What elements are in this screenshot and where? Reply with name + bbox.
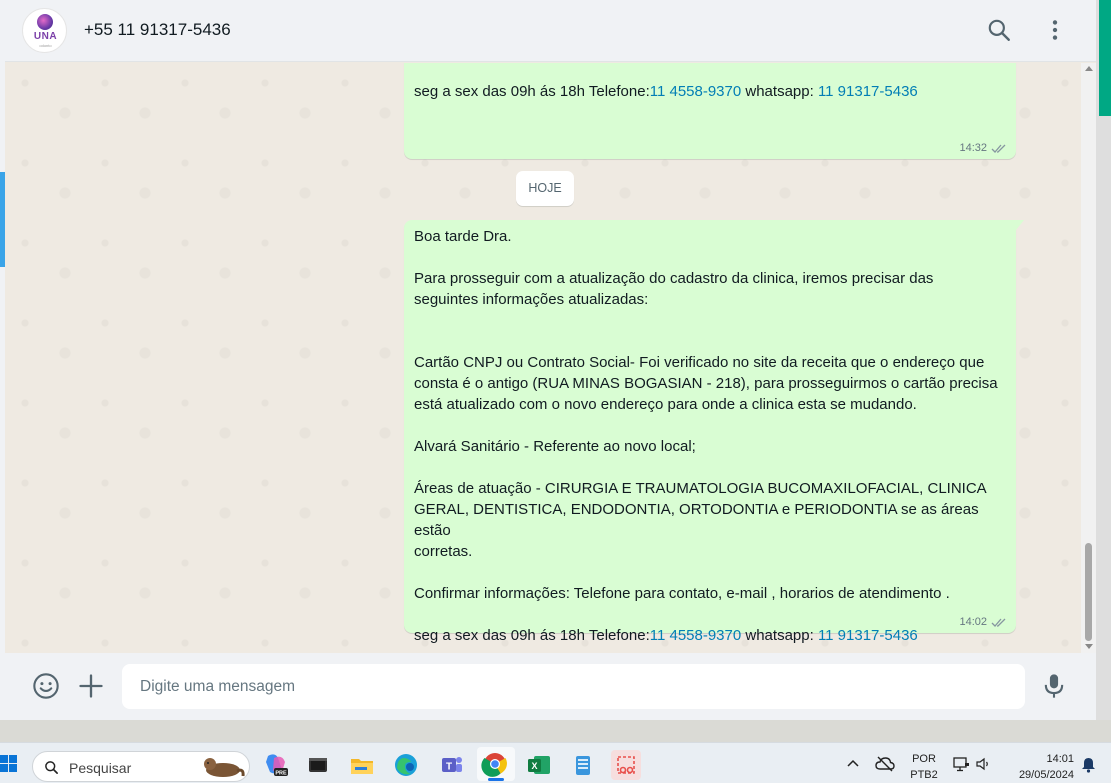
scroll-down-arrow-icon[interactable] <box>1085 644 1093 649</box>
taskbar-search[interactable]: Pesquisar <box>32 751 250 782</box>
attach-plus-icon[interactable] <box>77 672 105 700</box>
message-list[interactable]: Confirmar informações: Telefone para con… <box>5 63 1081 653</box>
svg-text:T: T <box>446 762 452 773</box>
whatsapp-window: UNA odonto +55 11 91317-5436 Confirmar i… <box>0 0 1096 720</box>
message-text: Confirmar informações: Telefone para con… <box>414 63 1007 102</box>
message-line: está atualizado com o novo endereço para… <box>414 396 917 413</box>
scroll-thumb[interactable] <box>1085 543 1092 641</box>
copilot-icon[interactable]: PRE <box>260 750 290 780</box>
message-text-segment: seg a sex das 09h ás 18h Telefone: <box>414 627 650 644</box>
composer-bar <box>5 653 1096 720</box>
contact-avatar[interactable]: UNA odonto <box>22 8 67 53</box>
message-line: corretas. <box>414 543 473 560</box>
message-line <box>414 457 1007 478</box>
double-check-icon <box>991 144 1006 153</box>
right-edge-accent <box>1099 0 1111 116</box>
message-meta: 14:02 <box>959 616 1007 628</box>
search-icon[interactable] <box>986 17 1012 43</box>
edge-browser-icon[interactable] <box>391 750 421 780</box>
message-line: GERAL, DENTISTICA, ENDODONTIA, ORTODONTI… <box>414 501 983 539</box>
menu-icon[interactable] <box>1042 17 1068 43</box>
message-line <box>414 63 1007 81</box>
right-window-edge <box>1096 0 1111 720</box>
scroll-up-arrow-icon[interactable] <box>1085 66 1093 71</box>
contact-name[interactable]: +55 11 91317-5436 <box>84 20 231 40</box>
message-time: 14:02 <box>959 616 987 628</box>
phone-link[interactable]: 11 4558-9370 <box>650 627 741 644</box>
message-line: Áreas de atuação - CIRURGIA E TRAUMATOLO… <box>414 480 987 497</box>
chrome-active-slot[interactable] <box>477 747 515 781</box>
emoji-icon[interactable] <box>32 672 60 700</box>
microphone-icon[interactable] <box>1040 672 1068 700</box>
language-code: POR <box>912 753 936 765</box>
bubble-tail <box>1016 220 1024 230</box>
message-line <box>414 604 1007 625</box>
date-divider: HOJE <box>516 171 574 206</box>
chevron-up-icon[interactable] <box>846 758 860 768</box>
message-text-segment: whatsapp: <box>741 83 818 100</box>
teams-icon[interactable]: T <box>436 750 466 780</box>
message-line <box>414 415 1007 436</box>
left-window-edge <box>0 0 5 720</box>
message-line: seg a sex das 09h ás 18h Telefone:11 455… <box>414 81 1007 102</box>
message-line: Confirmar informações: Telefone para con… <box>414 585 950 602</box>
phone-link[interactable]: 11 4558-9370 <box>650 83 741 100</box>
clock[interactable]: 14:01 29/05/2024 <box>1005 753 1077 781</box>
file-explorer-icon[interactable] <box>347 750 377 780</box>
clock-date: 29/05/2024 <box>1018 769 1074 781</box>
search-placeholder: Pesquisar <box>69 760 132 776</box>
double-check-icon <box>991 618 1006 627</box>
message-line <box>414 562 1007 583</box>
chrome-icon <box>481 753 507 777</box>
message-line: Para prosseguir com a atualização do cad… <box>414 270 934 287</box>
message-text-segment: seg a sex das 09h ás 18h Telefone: <box>414 83 650 100</box>
svg-text:PRE: PRE <box>275 771 287 777</box>
message-time: 14:32 <box>959 142 987 154</box>
chat-scrollbar[interactable] <box>1081 63 1096 653</box>
message-line: Cartão CNPJ ou Contrato Social- Foi veri… <box>414 354 985 371</box>
message-line <box>414 331 1007 352</box>
clock-time: 14:01 <box>1046 753 1074 765</box>
svg-text:X: X <box>531 761 537 771</box>
message-input[interactable] <box>122 664 1025 709</box>
keyboard-layout: PTB2 <box>910 769 938 781</box>
message-line <box>414 310 1007 331</box>
search-icon <box>45 761 58 774</box>
message-text-segment: whatsapp: <box>741 627 818 644</box>
avatar-logo-text: UNA <box>33 31 58 42</box>
message-line: seguintes informações atualizadas: <box>414 291 649 308</box>
notepad-icon[interactable] <box>568 750 598 780</box>
terminal-icon[interactable] <box>303 750 333 780</box>
speaker-icon[interactable] <box>976 757 992 771</box>
outgoing-message[interactable]: Confirmar informações: Telefone para con… <box>404 63 1016 159</box>
language-indicator[interactable]: POR PTB2 <box>906 753 942 781</box>
chat-header: UNA odonto +55 11 91317-5436 <box>5 0 1096 62</box>
otter-search-highlight-icon <box>204 758 245 777</box>
avatar-logo-subtext: odonto <box>39 43 52 48</box>
active-app-indicator <box>488 778 504 781</box>
message-meta: 14:32 <box>959 142 1007 154</box>
snipping-tool-icon[interactable] <box>611 750 641 780</box>
cloud-offline-icon[interactable] <box>875 756 895 772</box>
phone-link[interactable]: 11 91317-5436 <box>818 83 918 100</box>
logo-mark <box>37 14 53 30</box>
windows-taskbar: Pesquisar PRE T X POR PTB2 14:01 29/05/2… <box>0 742 1111 783</box>
message-line: Boa tarde Dra. <box>414 228 512 245</box>
phone-link[interactable]: 11 91317-5436 <box>818 627 918 644</box>
message-line: consta é o antigo (RUA MINAS BOGASIAN - … <box>414 375 998 392</box>
windows-start-icon[interactable] <box>0 755 18 773</box>
network-monitor-icon[interactable] <box>953 757 971 772</box>
message-line: seg a sex das 09h ás 18h Telefone:11 455… <box>414 625 1007 646</box>
left-edge-accent <box>0 172 5 267</box>
outgoing-message[interactable]: Boa tarde Dra. Para prosseguir com a atua… <box>404 220 1024 644</box>
notification-bell-icon[interactable] <box>1081 757 1096 773</box>
message-line <box>414 247 1007 268</box>
excel-icon[interactable]: X <box>524 750 554 780</box>
message-line: Alvará Sanitário - Referente ao novo loc… <box>414 438 696 455</box>
message-text: Boa tarde Dra. Para prosseguir com a atua… <box>414 226 1007 646</box>
